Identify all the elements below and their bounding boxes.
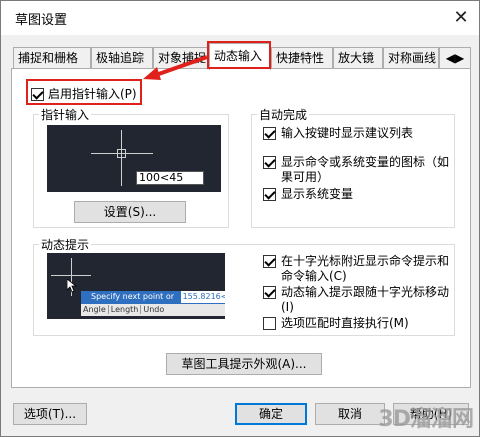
checkbox-checked-icon[interactable] (263, 188, 276, 201)
tab-symmetric-draw[interactable]: 对称画线 (383, 47, 439, 69)
enable-pointer-input-checkbox[interactable]: 启用指针输入(P) (31, 85, 137, 103)
command-prompt-bar: Specify next point or 155.8216<57 (81, 291, 225, 304)
prompt-option-near-crosshair[interactable]: 在十字光标附近显示命令提示和命令输入(C) (263, 254, 453, 286)
close-icon[interactable]: ✕ (449, 6, 473, 30)
mouse-pointer-icon (67, 279, 77, 293)
autocomplete-option-suggestions[interactable]: 输入按键时显示建议列表 (263, 126, 453, 142)
ok-button[interactable]: 确定 (235, 403, 307, 425)
prompt-options-bar: Angle Length Undo (81, 304, 225, 316)
watermark-logo: 3D溜溜网 (378, 407, 474, 432)
options-button[interactable]: 选项(T)... (13, 403, 87, 425)
enable-pointer-input-label: 启用指针输入(P) (48, 87, 137, 101)
annotation-arrow-icon (143, 55, 208, 80)
pointer-input-preview: 100<45 (47, 125, 221, 192)
crosshair-pickbox (117, 149, 126, 158)
dynamic-prompt-preview: Specify next point or 155.8216<57 AngleL… (47, 253, 225, 319)
tab-quick-properties[interactable]: 快捷特性 (271, 47, 333, 69)
pointer-settings-button[interactable]: 设置(S)... (74, 201, 186, 223)
pointer-input-group-label: 指针输入 (39, 106, 92, 123)
dynamic-prompts-group-label: 动态提示 (39, 236, 92, 253)
checkbox-checked-icon[interactable] (263, 156, 276, 169)
autocomplete-group-label: 自动完成 (257, 106, 310, 123)
tab-magnifier[interactable]: 放大镜 (333, 47, 383, 69)
chevron-left-icon[interactable]: ◀ (446, 51, 455, 65)
cancel-button[interactable]: 取消 (315, 403, 385, 425)
tab-snap-grid[interactable]: 捕捉和栅格 (13, 47, 91, 69)
checkbox-checked-icon[interactable] (31, 88, 44, 101)
title-bar: 草图设置 ✕ (1, 1, 479, 35)
chevron-right-icon[interactable]: ▶ (455, 51, 464, 65)
checkbox-unchecked-icon[interactable] (263, 317, 276, 330)
prompt-option-auto-execute[interactable]: 选项匹配时直接执行(M) (263, 316, 453, 332)
drafting-settings-dialog: 草图设置 ✕ 捕捉和栅格 极轴追踪 对象捕捉 动态输入 快捷特性 放大镜 对称画… (0, 0, 480, 437)
tab-scroll-arrows[interactable]: ◀▶ (439, 47, 471, 69)
checkbox-checked-icon[interactable] (263, 255, 276, 268)
prompt-text: Specify next point or (91, 292, 175, 301)
prompt-value: 155.8216<57 (180, 291, 225, 303)
tooltip-appearance-button[interactable]: 草图工具提示外观(A)... (166, 353, 322, 375)
tab-highlight-box (207, 41, 271, 69)
crosshair-vertical (121, 130, 122, 186)
crosshair-horizontal (51, 275, 91, 276)
autocomplete-option-sysvars[interactable]: 显示系统变量 (263, 187, 453, 203)
pointer-value-box: 100<45 (136, 171, 204, 185)
prompt-option-follow-crosshair[interactable]: 动态输入提示跟随十字光标移动(I) (263, 285, 453, 317)
checkbox-checked-icon[interactable] (263, 286, 276, 299)
checkbox-checked-icon[interactable] (263, 127, 276, 140)
window-title: 草图设置 (15, 13, 68, 28)
autocomplete-option-icons[interactable]: 显示命令或系统变量的图标（如果可用） (263, 155, 453, 187)
